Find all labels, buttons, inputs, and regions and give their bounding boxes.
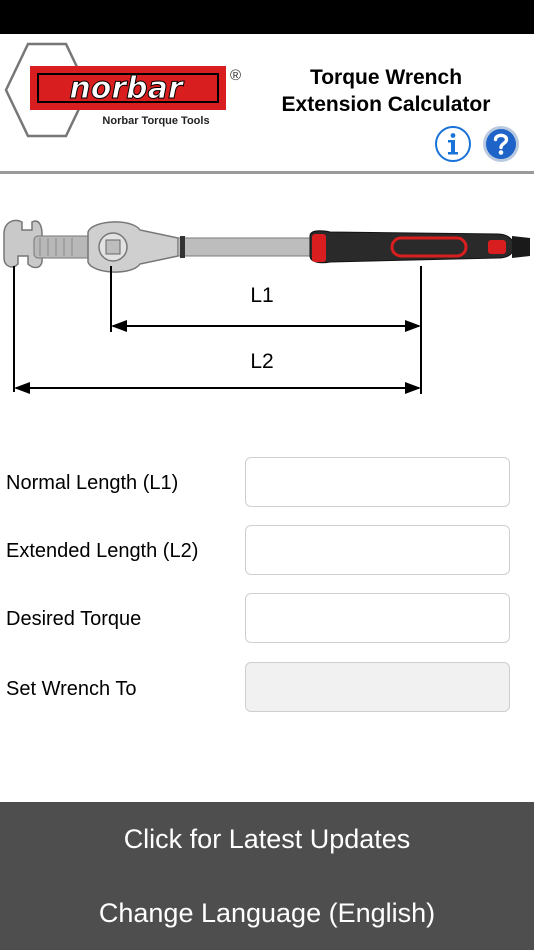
desired-torque-input[interactable] <box>245 593 510 643</box>
bottom-bar: Click for Latest Updates Change Language… <box>0 802 534 950</box>
status-bar <box>0 0 534 34</box>
wrench-diagram: L1 L2 <box>3 219 530 394</box>
help-icon[interactable] <box>482 125 520 163</box>
change-language-button[interactable]: Change Language (English) <box>0 897 534 929</box>
set-wrench-output <box>245 662 510 712</box>
title-line-2: Extension Calculator <box>281 93 491 116</box>
extended-length-label: Extended Length (L2) <box>6 540 199 562</box>
desired-torque-label: Desired Torque <box>6 608 142 630</box>
normal-length-label: Normal Length (L1) <box>6 472 179 494</box>
brand-tagline: Norbar Torque Tools <box>102 115 209 127</box>
extended-length-input[interactable] <box>245 525 510 575</box>
header-divider <box>0 171 534 174</box>
app-header: norbar ® Norbar Torque Tools Torque Wren… <box>0 34 534 172</box>
info-icon[interactable] <box>434 125 472 163</box>
registered-mark: ® <box>230 67 241 84</box>
dimension-lines <box>13 266 422 394</box>
normal-length-input[interactable] <box>245 457 510 507</box>
brand-name: norbar <box>69 71 184 106</box>
l2-label: L2 <box>250 350 273 373</box>
title-line-1: Torque Wrench <box>309 66 463 89</box>
norbar-logo: norbar ® Norbar Torque Tools <box>4 42 241 138</box>
latest-updates-button[interactable]: Click for Latest Updates <box>0 823 534 855</box>
set-wrench-label: Set Wrench To <box>6 678 137 700</box>
torque-wrench-image <box>3 219 530 273</box>
app-title: Torque Wrench Extension Calculator <box>258 64 514 118</box>
l1-label: L1 <box>250 284 273 307</box>
